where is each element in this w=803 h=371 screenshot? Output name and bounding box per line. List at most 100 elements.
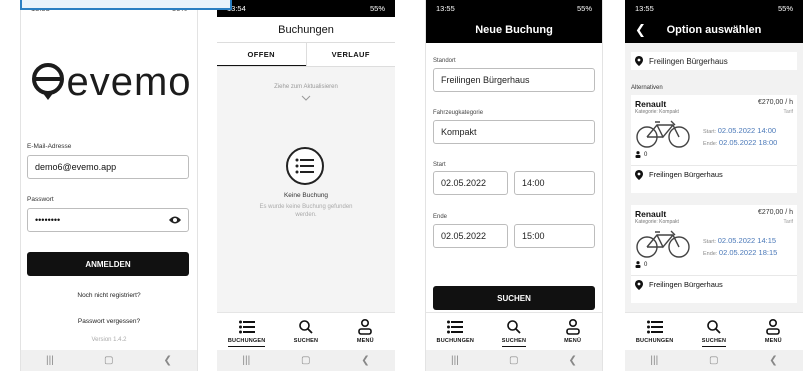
- status-bar: 13:55 55%: [426, 0, 602, 17]
- status-battery: 55%: [777, 4, 793, 13]
- password-label: Passwort: [27, 196, 54, 203]
- search-button[interactable]: SUCHEN: [433, 286, 595, 310]
- tab-bookings[interactable]: BUCHUNGEN: [222, 316, 272, 347]
- tab-history[interactable]: VERLAUF: [305, 43, 396, 66]
- recent-apps-icon[interactable]: |||: [451, 355, 459, 366]
- category-field[interactable]: Kompakt: [433, 120, 595, 144]
- location-pin-icon: [635, 279, 643, 290]
- bicycle-icon: [636, 120, 690, 148]
- vehicle-location: Freilingen Bürgerhaus: [631, 275, 797, 293]
- vehicle-location: Freilingen Bürgerhaus: [631, 165, 797, 183]
- password-field[interactable]: ••••••••: [27, 208, 189, 232]
- end-date-field[interactable]: 02.05.2022: [433, 224, 508, 248]
- tab-menu[interactable]: MENÜ: [340, 316, 390, 344]
- page-title-bar: Neue Buchung: [426, 17, 602, 43]
- status-bar: 13:54 55%: [217, 0, 395, 17]
- seats-count: 0: [635, 151, 647, 158]
- email-value: demo6@evemo.app: [35, 162, 117, 172]
- list-icon: [646, 320, 663, 334]
- back-icon[interactable]: ❮: [361, 355, 369, 366]
- vehicle-brand: Renault: [635, 209, 667, 219]
- empty-state-text: Es wurde keine Buchung gefunden werden.: [259, 204, 353, 218]
- seats-count: 0: [635, 261, 647, 268]
- home-icon[interactable]: ▢: [509, 355, 518, 366]
- pull-to-refresh-hint: Ziehe zum Aktualisieren: [274, 84, 338, 90]
- password-value: ••••••••: [35, 215, 61, 225]
- list-icon: [286, 147, 324, 185]
- person-icon: [635, 261, 641, 268]
- vehicle-times: Start: 02.05.2022 14:15 Ende: 02.05.2022…: [703, 236, 778, 257]
- start-time-field[interactable]: 14:00: [514, 171, 595, 195]
- back-icon[interactable]: ❮: [569, 355, 577, 366]
- back-icon[interactable]: ❮: [164, 355, 172, 366]
- location-label: Standort: [433, 58, 456, 64]
- recent-apps-icon[interactable]: |||: [242, 355, 250, 366]
- home-icon[interactable]: ▢: [104, 355, 113, 366]
- recent-apps-icon[interactable]: |||: [46, 355, 54, 366]
- forgot-password-link[interactable]: Passwort vergessen?: [21, 318, 197, 325]
- chevron-down-icon: [301, 95, 311, 101]
- start-date-field[interactable]: 02.05.2022: [433, 171, 508, 195]
- home-icon[interactable]: ▢: [301, 355, 310, 366]
- login-button[interactable]: ANMELDEN: [27, 252, 189, 276]
- status-battery: 55%: [369, 4, 385, 13]
- new-booking-screen: 13:55 55% Neue Buchung Standort Freiling…: [425, 0, 603, 371]
- tab-bookings[interactable]: BUCHUNGEN: [630, 316, 680, 344]
- list-icon: [238, 320, 255, 334]
- bookings-screen: 13:54 55% Buchungen OFFEN VERLAUF Ziehe …: [217, 0, 395, 371]
- location-pin-icon: [635, 56, 643, 66]
- bottom-tab-bar: BUCHUNGEN SUCHEN MENÜ: [625, 312, 803, 350]
- search-icon: [299, 320, 313, 334]
- status-time: 13:55: [436, 4, 455, 13]
- page-title: Buchungen: [278, 23, 334, 36]
- tab-search[interactable]: SUCHEN: [689, 316, 739, 347]
- vehicle-price: €270,00 / h: [757, 209, 793, 216]
- tab-open[interactable]: OFFEN: [217, 43, 306, 66]
- tab-search[interactable]: SUCHEN: [281, 316, 331, 344]
- start-label: Start: [433, 162, 446, 168]
- back-arrow-icon[interactable]: ❮: [635, 22, 646, 38]
- recent-apps-icon[interactable]: |||: [650, 355, 658, 366]
- page-title: Neue Buchung: [475, 24, 553, 36]
- alternatives-label: Alternativen: [631, 85, 663, 91]
- user-icon: [766, 319, 781, 335]
- page-title-bar: Buchungen: [217, 17, 395, 43]
- tab-menu[interactable]: MENÜ: [748, 316, 798, 344]
- login-screen: 13:53 56% evemo E-Mail-Adresse demo6@eve…: [20, 0, 198, 371]
- location-field[interactable]: Freilingen Bürgerhaus: [433, 68, 595, 92]
- bicycle-icon: [636, 230, 690, 258]
- empty-state-title: Keine Buchung: [283, 192, 329, 199]
- home-icon[interactable]: ▢: [709, 355, 718, 366]
- android-nav-bar: ||| ▢ ❮: [217, 350, 395, 371]
- vehicle-price: €270,00 / h: [757, 99, 793, 106]
- tab-menu[interactable]: MENÜ: [548, 316, 598, 344]
- email-field[interactable]: demo6@evemo.app: [27, 155, 189, 179]
- back-icon[interactable]: ❮: [769, 355, 777, 366]
- selected-location[interactable]: Freilingen Bürgerhaus: [631, 52, 797, 70]
- start-time: 02.05.2022 14:00: [717, 126, 777, 135]
- booking-tabs: OFFEN VERLAUF: [217, 43, 395, 67]
- eye-icon[interactable]: [169, 215, 181, 225]
- option-select-screen: 13:55 55% ❮ Option auswählen Freilingen …: [625, 0, 803, 371]
- bottom-tab-bar: BUCHUNGEN SUCHEN MENÜ: [426, 312, 602, 350]
- tab-bookings[interactable]: BUCHUNGEN: [430, 316, 480, 344]
- tarif-label: Tarif: [783, 109, 793, 115]
- page-title-bar: ❮ Option auswählen: [625, 17, 803, 43]
- vehicle-brand: Renault: [635, 99, 667, 109]
- vehicle-option-card[interactable]: Renault Kategorie: Kompakt €270,00 / h T…: [631, 205, 797, 303]
- android-nav-bar: ||| ▢ ❮: [21, 350, 197, 371]
- tarif-label: Tarif: [783, 219, 793, 225]
- version-text: Version 1.4.2: [91, 337, 127, 343]
- list-icon: [447, 320, 464, 334]
- android-nav-bar: ||| ▢ ❮: [426, 350, 602, 371]
- end-time-field[interactable]: 15:00: [514, 224, 595, 248]
- logo-e-icon: [32, 63, 65, 100]
- location-pin-icon: [635, 169, 643, 180]
- search-icon: [707, 320, 721, 334]
- end-label: Ende: [433, 214, 448, 220]
- tab-search[interactable]: SUCHEN: [489, 316, 539, 347]
- vehicle-option-card[interactable]: Renault Kategorie: Kompakt €270,00 / h T…: [631, 95, 797, 193]
- register-link[interactable]: Noch nicht registriert?: [21, 292, 197, 299]
- page-title: Option auswählen: [666, 24, 762, 36]
- vehicle-times: Start: 02.05.2022 14:00 Ende: 02.05.2022…: [703, 126, 778, 147]
